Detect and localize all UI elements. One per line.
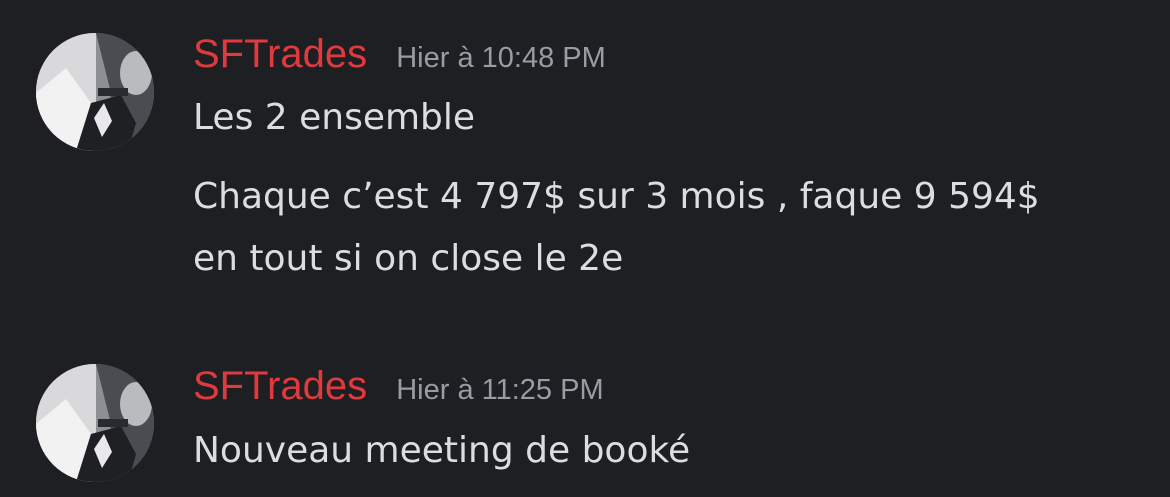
message-group: SFTrades Hier à 10:48 PM Les 2 ensemble … bbox=[0, 0, 1170, 300]
message-text: Chaque c’est 4 797$ sur 3 mois , faque 9… bbox=[193, 176, 1040, 217]
chat-message-list: SFTrades Hier à 10:48 PM Les 2 ensemble … bbox=[0, 0, 1170, 497]
username[interactable]: SFTrades bbox=[193, 28, 367, 80]
message-text: Les 2 ensemble bbox=[193, 97, 476, 138]
avatar[interactable] bbox=[36, 364, 154, 482]
timestamp: Hier à 11:25 PM bbox=[396, 374, 604, 406]
avatar[interactable] bbox=[36, 33, 154, 151]
timestamp: Hier à 10:48 PM bbox=[396, 42, 606, 74]
message-text: Nouveau meeting de booké bbox=[193, 430, 691, 471]
avatar-photo-icon bbox=[36, 33, 154, 151]
username[interactable]: SFTrades bbox=[193, 360, 367, 412]
message-text: en tout si on close le 2e bbox=[193, 238, 624, 279]
message-group: SFTrades Hier à 11:25 PM Nouveau meeting… bbox=[0, 340, 1170, 497]
avatar-photo-icon bbox=[36, 364, 154, 482]
message-header: SFTrades Hier à 10:48 PM bbox=[193, 28, 606, 84]
message-header: SFTrades Hier à 11:25 PM bbox=[193, 360, 604, 416]
